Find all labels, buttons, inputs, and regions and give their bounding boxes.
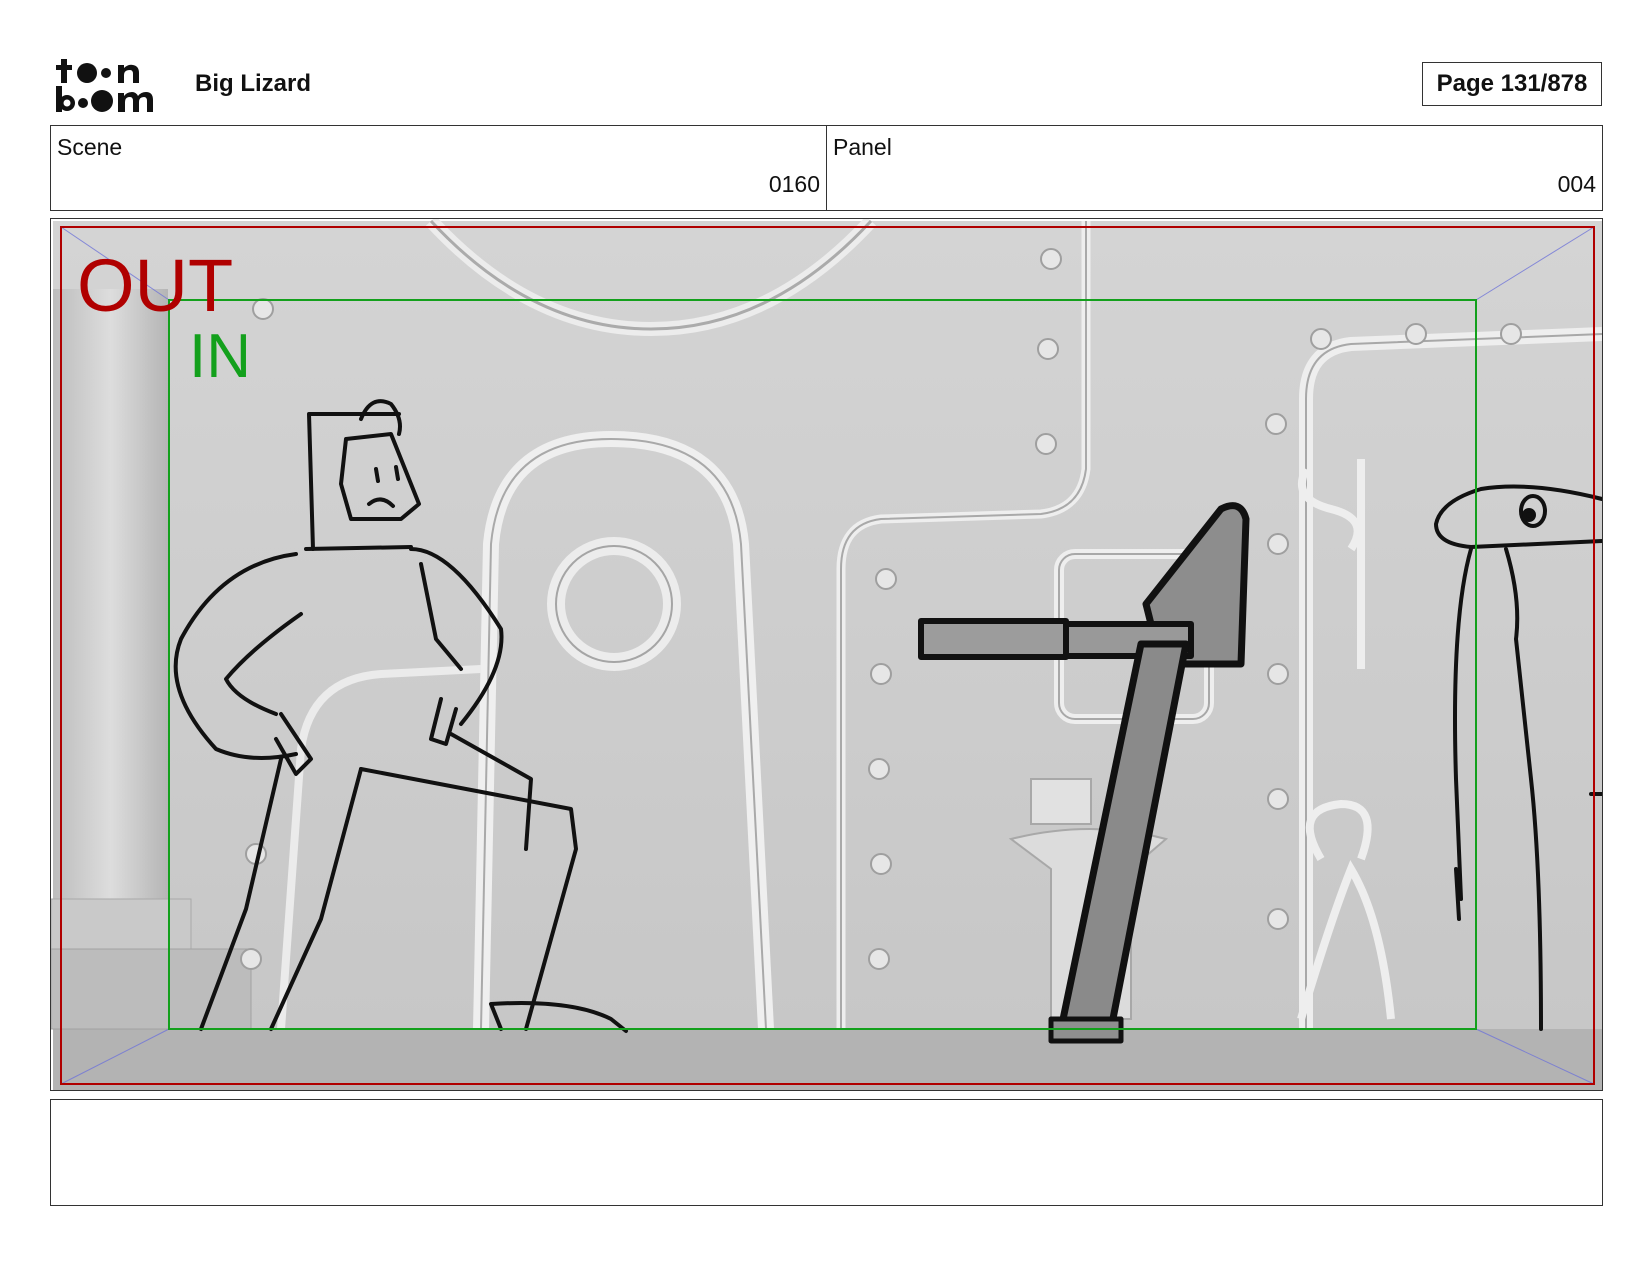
floor (53, 1029, 1602, 1090)
storyboard-panel: OUT IN (50, 218, 1603, 1091)
panel-label: Panel (833, 134, 892, 160)
scene-number: 0160 (768, 171, 820, 197)
scene-label: Scene (57, 134, 123, 160)
panel-notes-box (50, 1099, 1603, 1206)
in-frame-label: IN (189, 322, 251, 391)
panel-number: 004 (1557, 171, 1596, 197)
scene-panel-row: Scene 0160 Panel 004 (50, 125, 1603, 211)
panel-drawing (51, 219, 1602, 1090)
scene-cell: Scene 0160 (51, 126, 826, 210)
page-indicator: Page 131/878 (1422, 62, 1602, 106)
project-title: Big Lizard (195, 70, 312, 97)
out-frame-label: OUT (77, 244, 234, 327)
toon-boom-logo (54, 54, 170, 116)
panel-cell: Panel 004 (826, 126, 1602, 210)
